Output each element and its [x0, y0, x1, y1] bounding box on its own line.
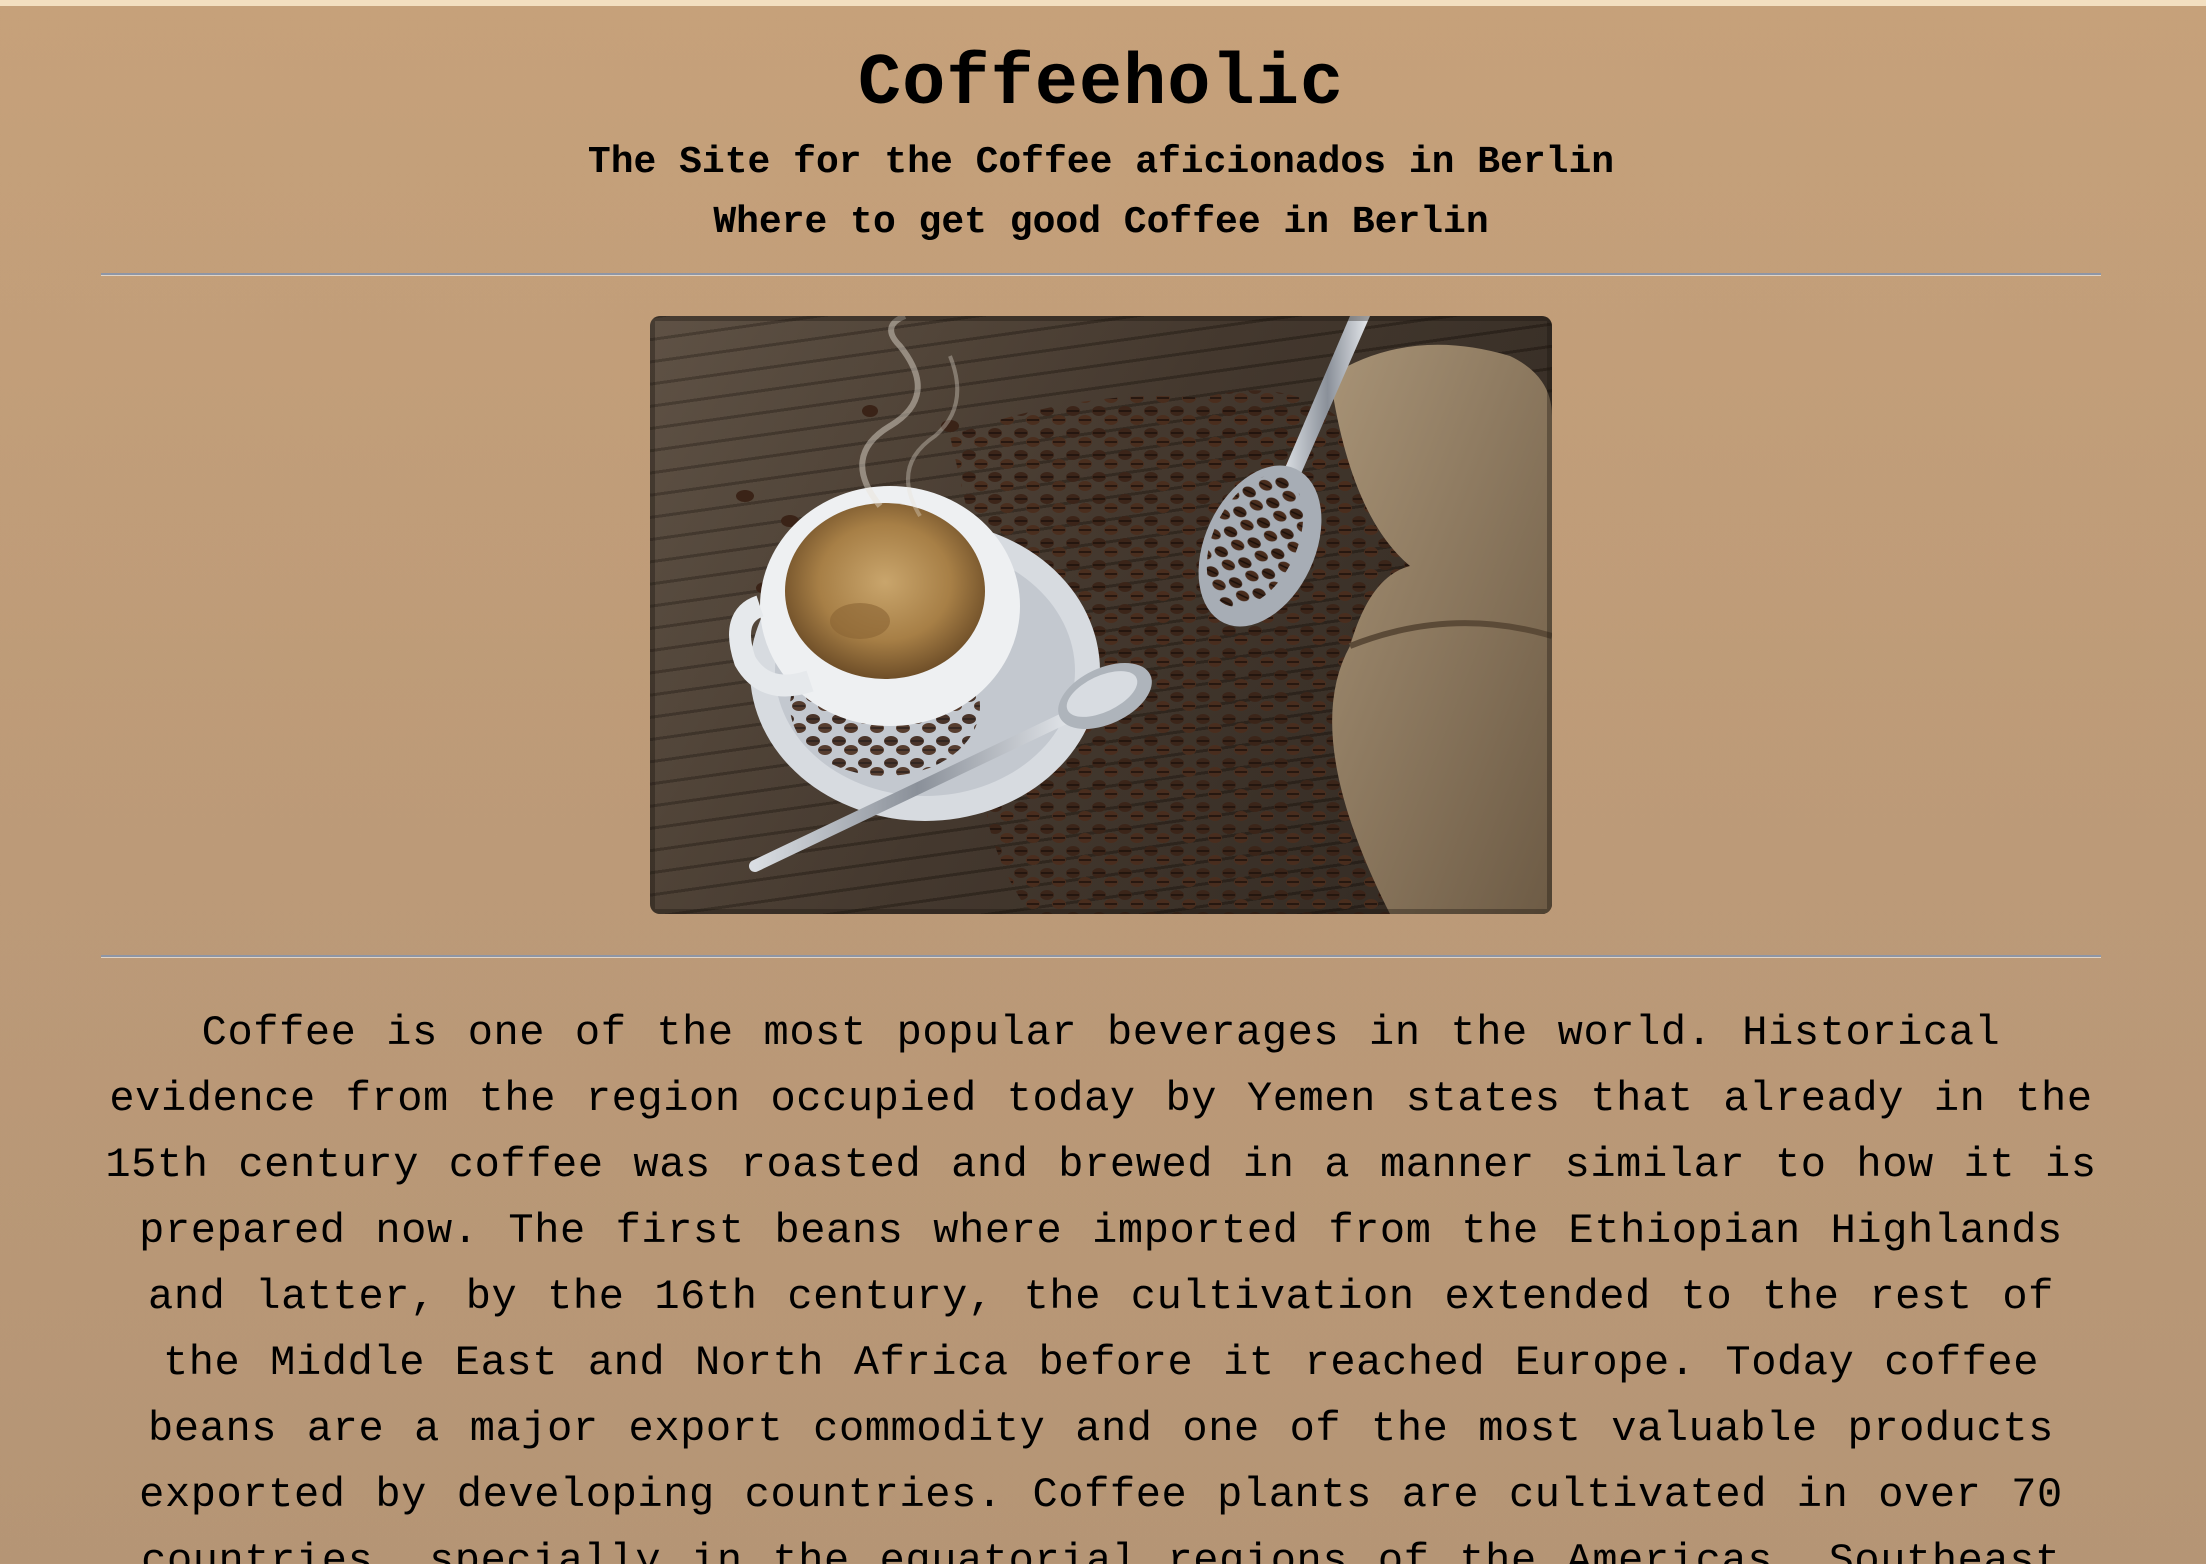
divider-top: [101, 273, 2101, 276]
site-title: Coffeeholic: [857, 43, 1345, 125]
coffee-photo-illustration: [650, 316, 1552, 914]
top-color-strip: [0, 0, 2206, 6]
site-tagline: Where to get good Coffee in Berlin: [713, 201, 1489, 244]
divider-bottom: [101, 955, 2101, 958]
intro-paragraph: Coffee is one of the most popular bevera…: [105, 1009, 2097, 1564]
hero-coffee-image: [650, 316, 1552, 914]
site-subtitle: The Site for the Coffee aficionados in B…: [587, 141, 1615, 184]
